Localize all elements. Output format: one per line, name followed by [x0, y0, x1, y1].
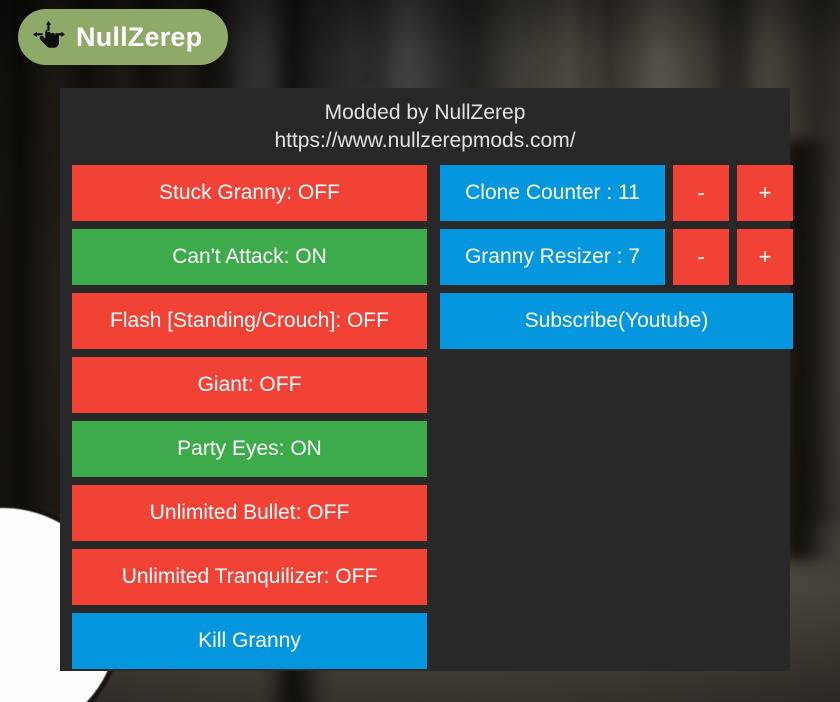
drag-hand-icon — [33, 21, 65, 48]
granny-resizer-decrement[interactable]: - — [673, 228, 729, 285]
toggle-column: Stuck Granny: OFF Can't Attack: ON Flash… — [72, 164, 427, 669]
header-credit-line: Modded by NullZerep — [324, 101, 526, 124]
nullzerep-badge[interactable]: NullZerep — [18, 9, 229, 65]
granny-resizer-stepper: Granny Resizer : 7 - + — [440, 228, 793, 285]
mod-menu-body: Stuck Granny: OFF Can't Attack: ON Flash… — [72, 164, 793, 669]
granny-resizer-increment[interactable]: + — [737, 228, 793, 285]
toggle-unlimited-bullet[interactable]: Unlimited Bullet: OFF — [72, 484, 427, 541]
toggle-flash-standing-crouch[interactable]: Flash [Standing/Crouch]: OFF — [72, 292, 427, 349]
subscribe-youtube-button[interactable]: Subscribe(Youtube) — [440, 292, 793, 349]
action-kill-granny[interactable]: Kill Granny — [72, 612, 427, 669]
screen-root: NullZerep Modded by NullZerep https://ww… — [0, 0, 840, 702]
toggle-party-eyes[interactable]: Party Eyes: ON — [72, 420, 427, 477]
granny-resizer-value[interactable]: Granny Resizer : 7 — [440, 228, 665, 285]
stepper-column: Clone Counter : 11 - + Granny Resizer : … — [440, 164, 793, 349]
toggle-stuck-granny[interactable]: Stuck Granny: OFF — [72, 164, 427, 221]
mod-menu-panel: Modded by NullZerep https://www.nullzere… — [60, 88, 793, 671]
toggle-unlimited-tranquilizer[interactable]: Unlimited Tranquilizer: OFF — [72, 548, 427, 605]
clone-counter-decrement[interactable]: - — [673, 164, 729, 221]
toggle-giant[interactable]: Giant: OFF — [72, 356, 427, 413]
clone-counter-stepper: Clone Counter : 11 - + — [440, 164, 793, 221]
header-website-line: https://www.nullzerepmods.com/ — [274, 128, 576, 152]
nullzerep-badge-label: NullZerep — [76, 21, 203, 52]
mod-menu-header: Modded by NullZerep https://www.nullzere… — [72, 99, 778, 155]
clone-counter-value[interactable]: Clone Counter : 11 — [440, 164, 665, 221]
toggle-cant-attack[interactable]: Can't Attack: ON — [72, 228, 427, 285]
clone-counter-increment[interactable]: + — [737, 164, 793, 221]
